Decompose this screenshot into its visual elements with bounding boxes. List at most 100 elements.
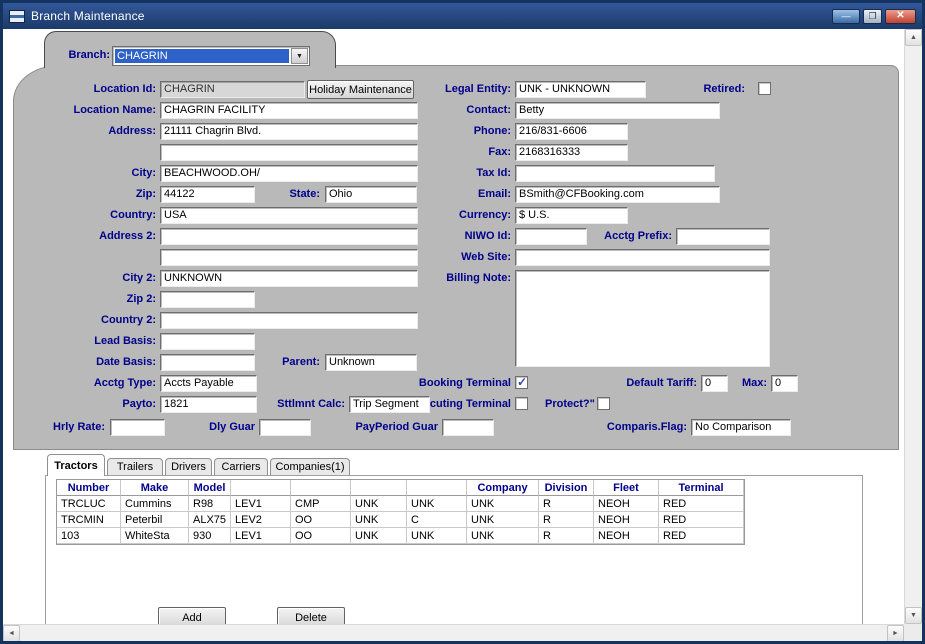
branch-combo[interactable]: CHAGRIN ▼	[112, 46, 310, 66]
column-header	[407, 480, 467, 496]
cell: WhiteSta	[121, 528, 189, 544]
payto-field[interactable]: 1821	[160, 396, 257, 413]
parent-label: Parent:	[252, 356, 320, 369]
maximize-button[interactable]: ❐	[863, 9, 882, 24]
acctg-type-field[interactable]: Accts Payable	[160, 375, 257, 392]
protect-checkbox[interactable]	[597, 397, 610, 410]
cell: RED	[659, 528, 744, 544]
cell: CMP	[291, 496, 351, 512]
zip2-field[interactable]	[160, 291, 255, 308]
dly-guar-label: Dly Guar	[195, 421, 255, 434]
vertical-scrollbar[interactable]: ▲ ▼	[904, 29, 922, 624]
niwo-id-field[interactable]	[515, 228, 587, 245]
location-id-field[interactable]: CHAGRIN	[160, 81, 305, 98]
cell: RED	[659, 512, 744, 528]
cell: 930	[189, 528, 231, 544]
scroll-right-icon[interactable]: ►	[887, 625, 904, 642]
cell: Peterbil	[121, 512, 189, 528]
scroll-down-icon[interactable]: ▼	[905, 607, 922, 624]
cell: NEOH	[594, 512, 659, 528]
tab-carriers[interactable]: Carriers	[214, 458, 268, 475]
payperiod-guar-label: PayPeriod Guar	[340, 421, 438, 434]
table-row[interactable]: 103 WhiteSta 930 LEV1 OO UNK UNK UNK R N…	[57, 528, 744, 544]
location-name-label: Location Name:	[30, 104, 156, 117]
billing-note-field[interactable]	[515, 270, 770, 367]
retired-label: Retired:	[695, 83, 745, 96]
payperiod-guar-field[interactable]	[442, 419, 494, 436]
column-header: Number	[57, 480, 121, 496]
city2-label: City 2:	[30, 272, 156, 285]
cell: C	[407, 512, 467, 528]
cell: TRCLUC	[57, 496, 121, 512]
titlebar[interactable]: Branch Maintenance — ❐ ✕	[3, 3, 922, 29]
date-basis-label: Date Basis:	[30, 356, 156, 369]
email-field[interactable]: BSmith@CFBooking.com	[515, 186, 720, 203]
max-field[interactable]: 0	[771, 375, 798, 392]
zip-field[interactable]: 44122	[160, 186, 255, 203]
cell: LEV1	[231, 496, 291, 512]
cell: NEOH	[594, 528, 659, 544]
column-header	[351, 480, 407, 496]
scroll-up-icon[interactable]: ▲	[905, 29, 922, 46]
comparis-flag-field[interactable]: No Comparison	[691, 419, 791, 436]
max-label: Max:	[737, 377, 767, 390]
horizontal-scrollbar[interactable]: ◄ ►	[3, 624, 904, 641]
parent-field[interactable]: Unknown	[325, 354, 417, 371]
currency-field[interactable]: $ U.S.	[515, 207, 628, 224]
state-label: State:	[252, 188, 320, 201]
minimize-button[interactable]: —	[832, 9, 860, 24]
cell: UNK	[467, 528, 539, 544]
fax-field[interactable]: 2168316333	[515, 144, 628, 161]
booking-terminal-checkbox[interactable]	[515, 376, 528, 389]
country2-field[interactable]	[160, 312, 418, 329]
address-label: Address:	[30, 125, 156, 138]
branch-combo-value: CHAGRIN	[115, 49, 289, 63]
country2-label: Country 2:	[30, 314, 156, 327]
cell: UNK	[351, 496, 407, 512]
default-tariff-field[interactable]: 0	[701, 375, 728, 392]
billing-note-label: Billing Note:	[340, 272, 511, 285]
cell: LEV2	[231, 512, 291, 528]
cell: R	[539, 496, 594, 512]
cell: UNK	[407, 496, 467, 512]
cell: R	[539, 528, 594, 544]
scroll-left-icon[interactable]: ◄	[3, 625, 20, 642]
niwo-id-label: NIWO Id:	[340, 230, 511, 243]
phone-field[interactable]: 216/831-6606	[515, 123, 628, 140]
legal-entity-field[interactable]: UNK - UNKNOWN	[515, 81, 646, 98]
date-basis-field[interactable]	[160, 354, 255, 371]
cell: OO	[291, 528, 351, 544]
currency-label: Currency:	[340, 209, 511, 222]
table-row[interactable]: TRCLUC Cummins R98 LEV1 CMP UNK UNK UNK …	[57, 496, 744, 512]
lead-basis-label: Lead Basis:	[30, 335, 156, 348]
executing-terminal-checkbox[interactable]	[515, 397, 528, 410]
address2-label: Address 2:	[30, 230, 156, 243]
close-button[interactable]: ✕	[885, 9, 916, 24]
window-title: Branch Maintenance	[31, 9, 145, 23]
web-site-field[interactable]	[515, 249, 770, 266]
cell: 103	[57, 528, 121, 544]
cell: Cummins	[121, 496, 189, 512]
retired-checkbox[interactable]	[758, 82, 771, 95]
cell: R98	[189, 496, 231, 512]
table-row[interactable]: TRCMIN Peterbil ALX75 LEV2 OO UNK C UNK …	[57, 512, 744, 528]
cell: UNK	[467, 512, 539, 528]
hrly-rate-field[interactable]	[110, 419, 165, 436]
zip-label: Zip:	[30, 188, 156, 201]
cell: UNK	[351, 528, 407, 544]
tax-id-field[interactable]	[515, 165, 715, 182]
hrly-rate-label: Hrly Rate:	[40, 421, 105, 434]
tab-drivers[interactable]: Drivers	[165, 458, 212, 475]
tab-trailers[interactable]: Trailers	[107, 458, 163, 475]
acctg-prefix-field[interactable]	[676, 228, 770, 245]
cell: UNK	[351, 512, 407, 528]
cell: ALX75	[189, 512, 231, 528]
chevron-down-icon[interactable]: ▼	[291, 48, 308, 64]
acctg-type-label: Acctg Type:	[30, 377, 156, 390]
lead-basis-field[interactable]	[160, 333, 255, 350]
dly-guar-field[interactable]	[259, 419, 311, 436]
tab-companies[interactable]: Companies(1)	[270, 458, 350, 475]
tab-tractors[interactable]: Tractors	[47, 454, 105, 476]
contact-field[interactable]: Betty	[515, 102, 720, 119]
column-header	[231, 480, 291, 496]
